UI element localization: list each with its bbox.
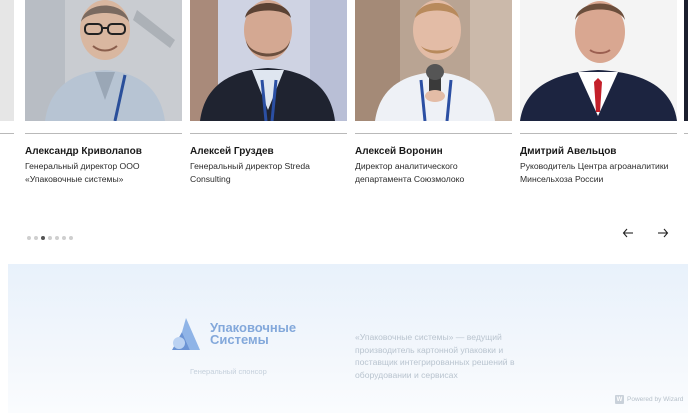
speaker-divider-3: [355, 133, 512, 134]
speaker-divider-4: [520, 133, 677, 134]
speaker-card-1[interactable]: Александр Криволапов Генеральный директо…: [25, 0, 182, 185]
speaker-card-3[interactable]: Алексей Воронин Директор аналитического …: [355, 0, 512, 185]
carousel-dot-7[interactable]: [69, 236, 73, 240]
carousel-dot-6[interactable]: [62, 236, 66, 240]
carousel-dot-2[interactable]: [34, 236, 38, 240]
speaker-role-3: Директор аналитического департамента Сою…: [355, 161, 465, 184]
speaker-name-1: Александр Криволапов: [25, 146, 142, 157]
speaker-card-4[interactable]: Дмитрий Авельцов Руководитель Центра агр…: [520, 0, 677, 185]
speaker-divider-2: [190, 133, 347, 134]
sponsor-caption: Генеральный спонсор: [190, 367, 267, 376]
carousel-dot-3[interactable]: [41, 236, 45, 240]
powered-by-badge[interactable]: W Powered by Wizard: [615, 395, 683, 404]
speaker-name-2: Алексей Груздев: [190, 146, 274, 157]
carousel-dot-4[interactable]: [48, 236, 52, 240]
previous-card-photo: [0, 0, 14, 121]
carousel-dot-1[interactable]: [27, 236, 31, 240]
powered-by-text: Powered by Wizard: [627, 396, 684, 403]
general-sponsor-section: Упаковочные Системы Генеральный спонсор …: [8, 264, 688, 413]
carousel-pagination: [27, 236, 73, 240]
carousel-next-button[interactable]: [655, 225, 671, 241]
carousel-prev-button[interactable]: [620, 225, 636, 241]
speaker-role-4: Руководитель Центра агроаналитики Минсел…: [520, 161, 669, 184]
speaker-role-1: Генеральный директор ООО «Упаковочные си…: [25, 161, 140, 184]
sponsor-logo-text: Упаковочные Системы: [210, 321, 296, 347]
sponsor-logo-line2: Системы: [210, 332, 269, 347]
arrow-right-icon: [658, 228, 669, 238]
speaker-card-2[interactable]: Алексей Груздев Генеральный директор Str…: [190, 0, 347, 185]
speaker-role-2: Генеральный директор Streda Consulting: [190, 161, 310, 184]
next-card-rule: [684, 133, 688, 134]
wizard-logo-icon: W: [615, 395, 624, 404]
speaker-photo-2: [190, 0, 347, 121]
previous-card-rule: [0, 133, 14, 134]
carousel-dot-5[interactable]: [55, 236, 59, 240]
speakers-carousel: Александр Криволапов Генеральный директо…: [0, 0, 688, 262]
sponsor-logo-mark-icon: [172, 318, 200, 350]
speaker-name-3: Алексей Воронин: [355, 146, 443, 157]
speaker-divider-1: [25, 133, 182, 134]
speaker-name-4: Дмитрий Авельцов: [520, 146, 617, 157]
speaker-photo-1: [25, 0, 182, 121]
sponsor-logo[interactable]: Упаковочные Системы: [170, 316, 296, 352]
sponsor-description: «Упаковочные системы» — ведущий производ…: [355, 332, 515, 381]
next-card-photo: [684, 0, 688, 121]
arrow-left-icon: [622, 228, 633, 238]
speaker-photo-3: [355, 0, 512, 121]
speaker-photo-4: [520, 0, 677, 121]
